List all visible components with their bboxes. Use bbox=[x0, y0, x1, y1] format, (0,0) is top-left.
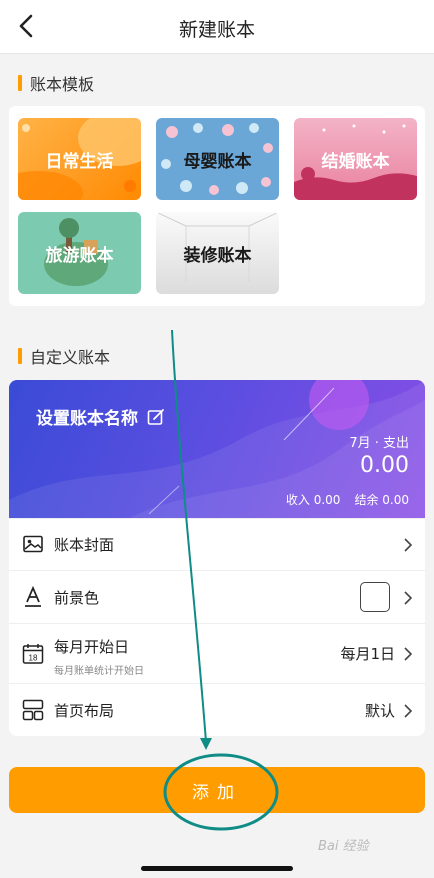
template-daily-life[interactable]: 日常生活 bbox=[18, 118, 141, 200]
templates-section-title: 账本模板 bbox=[18, 71, 94, 95]
row-label: 前景色 bbox=[54, 589, 100, 607]
calendar-icon: 18 bbox=[22, 643, 44, 665]
color-swatch[interactable] bbox=[360, 582, 390, 612]
image-icon bbox=[22, 533, 44, 555]
chevron-right-icon bbox=[404, 538, 413, 552]
template-label: 旅游账本 bbox=[45, 245, 114, 266]
ledger-name-field[interactable]: 设置账本名称 bbox=[36, 404, 165, 429]
chevron-right-icon bbox=[404, 704, 413, 718]
row-value: 默认 bbox=[364, 702, 395, 720]
row-label: 账本封面 bbox=[54, 536, 115, 554]
chevron-right-icon bbox=[404, 591, 413, 605]
row-label: 每月开始日 bbox=[54, 638, 130, 656]
chevron-right-icon bbox=[404, 647, 413, 661]
templates-panel: 日常生活 母婴账本 结婚账本 旅游账本 装修账本 bbox=[9, 106, 425, 306]
template-label: 结婚账本 bbox=[321, 151, 390, 172]
layout-icon bbox=[22, 699, 44, 721]
home-indicator bbox=[141, 866, 293, 871]
templates-section-label: 账本模板 bbox=[30, 75, 95, 94]
custom-section-title: 自定义账本 bbox=[18, 344, 110, 368]
section-marker bbox=[18, 75, 22, 91]
add-button[interactable]: 添加 bbox=[9, 767, 425, 813]
row-foreground-color[interactable]: 前景色 bbox=[9, 570, 425, 623]
nav-bar: 新建账本 bbox=[0, 0, 434, 54]
ledger-preview-banner: 设置账本名称 7月 · 支出 0.00 收入 0.00 结余 0.00 bbox=[9, 380, 425, 518]
row-cover[interactable]: 账本封面 bbox=[9, 518, 425, 570]
custom-section-label: 自定义账本 bbox=[30, 348, 111, 367]
balance-label: 结余 0.00 bbox=[354, 493, 409, 507]
section-marker bbox=[18, 348, 22, 364]
row-month-start[interactable]: 18 每月开始日 每月账单统计开始日 每月1日 bbox=[9, 623, 425, 683]
template-label: 母婴账本 bbox=[183, 151, 252, 172]
template-travel[interactable]: 旅游账本 bbox=[18, 212, 141, 294]
template-maternity[interactable]: 母婴账本 bbox=[156, 118, 279, 200]
month-expense-label: 7月 · 支出 bbox=[349, 436, 409, 451]
template-wedding[interactable]: 结婚账本 bbox=[294, 118, 417, 200]
custom-ledger-card: 设置账本名称 7月 · 支出 0.00 收入 0.00 结余 0.00 账本封面 bbox=[9, 380, 425, 736]
edit-icon[interactable] bbox=[147, 408, 165, 426]
expense-amount: 0.00 bbox=[360, 453, 409, 478]
font-color-icon bbox=[22, 586, 44, 608]
banner-summary: 收入 0.00 结余 0.00 bbox=[286, 491, 409, 508]
template-label: 日常生活 bbox=[45, 151, 114, 172]
annotation-arrowhead bbox=[200, 738, 212, 750]
row-label: 首页布局 bbox=[54, 702, 115, 720]
template-renovation[interactable]: 装修账本 bbox=[156, 212, 279, 294]
row-value: 每月1日 bbox=[340, 645, 395, 663]
watermark: Bai 经验 bbox=[318, 839, 369, 854]
row-hint: 每月账单统计开始日 bbox=[54, 666, 144, 677]
ledger-name-label: 设置账本名称 bbox=[36, 409, 138, 429]
income-label: 收入 0.00 bbox=[285, 493, 341, 507]
svg-text:18: 18 bbox=[29, 654, 38, 663]
template-label: 装修账本 bbox=[183, 245, 252, 266]
page-title: 新建账本 bbox=[178, 19, 255, 41]
row-home-layout[interactable]: 首页布局 默认 bbox=[9, 683, 425, 736]
